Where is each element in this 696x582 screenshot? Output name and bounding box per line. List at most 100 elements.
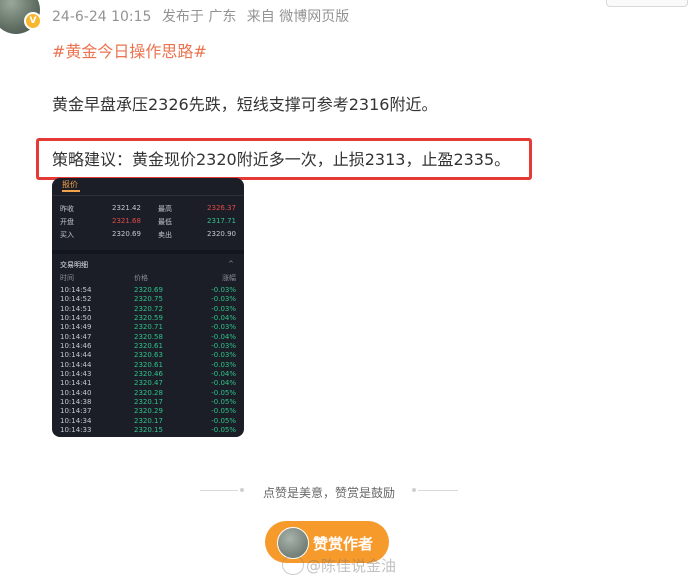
trade-row: 10:14:44 2320.63 -0.03% bbox=[60, 351, 236, 360]
trade-time: 10:14:46 bbox=[60, 342, 92, 351]
verified-badge-icon: V bbox=[24, 12, 42, 30]
trade-price: 2320.69 bbox=[134, 286, 163, 294]
post-meta: 24-6-24 10:15 发布于 广东 来自 微博网页版 bbox=[52, 6, 355, 26]
trade-change: -0.05% bbox=[211, 398, 236, 407]
divider bbox=[52, 250, 244, 254]
trade-row: 10:14:38 2320.17 -0.05% bbox=[60, 398, 236, 407]
trade-row: 10:14:40 2320.28 -0.05% bbox=[60, 389, 236, 398]
trade-change: -0.05% bbox=[211, 426, 236, 435]
trade-row: 10:14:37 2320.29 -0.05% bbox=[60, 407, 236, 416]
quote-value: 2321.42 bbox=[112, 204, 141, 212]
header-time: 时间 bbox=[60, 274, 74, 282]
quote-value: 2326.37 bbox=[207, 204, 236, 212]
trade-list: 10:14:54 2320.69 -0.03% 10:14:52 2320.75 -0.0… bbox=[60, 286, 236, 436]
trade-row: 10:14:43 2320.46 -0.04% bbox=[60, 370, 236, 379]
trade-time: 10:14:52 bbox=[60, 295, 92, 304]
trade-price: 2320.46 bbox=[134, 370, 163, 379]
trade-change: -0.03% bbox=[211, 323, 236, 332]
trade-price: 2320.58 bbox=[134, 332, 163, 341]
trade-price: 2320.61 bbox=[134, 360, 163, 369]
trade-row: 10:14:44 2320.61 -0.03% bbox=[60, 361, 236, 370]
more-options-button[interactable] bbox=[606, 0, 688, 7]
reward-prompt: 点赞是美意，赞赏是鼓励 bbox=[262, 486, 395, 500]
header-price: 价格 bbox=[134, 274, 148, 282]
trade-price: 2320.59 bbox=[134, 314, 163, 323]
quote-value: 2321.68 bbox=[112, 217, 141, 225]
header-change: 涨幅 bbox=[222, 274, 236, 282]
trade-row: 10:14:54 2320.69 -0.03% bbox=[60, 286, 236, 295]
trade-change: -0.04% bbox=[211, 314, 236, 323]
trade-price: 2320.17 bbox=[134, 398, 163, 407]
quote-label: 最高 bbox=[158, 205, 172, 213]
trade-change: -0.03% bbox=[211, 304, 236, 313]
trade-time: 10:14:49 bbox=[60, 323, 92, 332]
quote-summary-row: 买入 2320.69 卖出 2320.90 bbox=[60, 230, 236, 240]
quote-value: 2320.90 bbox=[207, 230, 236, 238]
quote-summary-row: 昨收 2321.42 最高 2326.37 bbox=[60, 204, 236, 214]
trade-price: 2320.75 bbox=[134, 295, 163, 304]
trade-row: 10:14:47 2320.58 -0.04% bbox=[60, 333, 236, 342]
quote-screenshot-image[interactable]: 报价 昨收 2321.42 最高 2326.37 开盘 2321.68 最低 2317.71 买… bbox=[52, 178, 244, 437]
post-text-line: 黄金早盘承压2326先跌，短线支撑可参考2316附近。 bbox=[52, 95, 438, 114]
trade-row: 10:14:33 2320.15 -0.05% bbox=[60, 426, 236, 435]
watermark: @陈佳说金油 bbox=[306, 557, 397, 575]
trade-time: 10:14:43 bbox=[60, 370, 92, 379]
divider-line-right bbox=[418, 490, 458, 491]
quote-value: 2317.71 bbox=[207, 217, 236, 225]
quote-label: 买入 bbox=[60, 231, 74, 239]
quote-tab-underline bbox=[62, 190, 80, 192]
weibo-logo-icon bbox=[282, 555, 304, 575]
post-date[interactable]: 24-6-24 10:15 bbox=[52, 9, 151, 25]
post-strategy-line: 策略建议：黄金现价2320附近多一次，止损2313，止盈2335。 bbox=[52, 150, 511, 169]
trade-price: 2320.28 bbox=[134, 388, 163, 397]
quote-label: 卖出 bbox=[158, 231, 172, 239]
post-location: 发布于 广东 bbox=[161, 9, 237, 25]
trade-price: 2320.71 bbox=[134, 323, 163, 332]
trade-change: -0.03% bbox=[211, 286, 236, 294]
trade-price: 2320.29 bbox=[134, 407, 163, 416]
trade-price: 2320.15 bbox=[134, 426, 163, 435]
divider-dot bbox=[412, 488, 416, 492]
quote-tab: 报价 bbox=[62, 180, 78, 189]
trade-time: 10:14:40 bbox=[60, 388, 92, 397]
trade-price: 2320.63 bbox=[134, 351, 163, 360]
trade-change: -0.05% bbox=[211, 416, 236, 425]
trade-row: 10:14:46 2320.61 -0.03% bbox=[60, 342, 236, 351]
trade-row: 10:14:52 2320.75 -0.03% bbox=[60, 295, 236, 304]
trade-detail-title: 交易明细 bbox=[60, 261, 88, 269]
trade-row: 10:14:49 2320.71 -0.03% bbox=[60, 323, 236, 332]
quote-label: 开盘 bbox=[60, 218, 74, 226]
trade-time: 10:14:41 bbox=[60, 379, 92, 388]
trade-row: 10:14:34 2320.17 -0.05% bbox=[60, 417, 236, 426]
trade-time: 10:14:33 bbox=[60, 426, 92, 435]
trade-time: 10:14:34 bbox=[60, 416, 92, 425]
quote-label: 昨收 bbox=[60, 205, 74, 213]
trade-row: 10:14:51 2320.72 -0.03% bbox=[60, 305, 236, 314]
quote-label: 最低 bbox=[158, 218, 172, 226]
trade-change: -0.04% bbox=[211, 370, 236, 379]
reward-button-label: 赞赏作者 bbox=[313, 535, 374, 553]
trade-time: 10:14:37 bbox=[60, 407, 92, 416]
collapse-icon: ^ bbox=[228, 260, 234, 268]
quote-value: 2320.69 bbox=[112, 230, 141, 238]
topic-link[interactable]: #黄金今日操作思路# bbox=[52, 38, 207, 62]
trade-price: 2320.47 bbox=[134, 379, 163, 388]
trade-change: -0.04% bbox=[211, 379, 236, 388]
trade-time: 10:14:38 bbox=[60, 398, 92, 407]
trade-price: 2320.61 bbox=[134, 342, 163, 351]
trade-time: 10:14:47 bbox=[60, 332, 92, 341]
trade-time: 10:14:54 bbox=[60, 286, 92, 294]
trade-change: -0.05% bbox=[211, 388, 236, 397]
divider bbox=[52, 195, 244, 196]
trade-change: -0.03% bbox=[211, 342, 236, 351]
trade-change: -0.05% bbox=[211, 407, 236, 416]
trade-price: 2320.17 bbox=[134, 416, 163, 425]
trade-time: 10:14:44 bbox=[60, 351, 92, 360]
trade-time: 10:14:50 bbox=[60, 314, 92, 323]
trade-change: -0.03% bbox=[211, 351, 236, 360]
trade-time: 10:14:44 bbox=[60, 360, 92, 369]
trade-price: 2320.72 bbox=[134, 304, 163, 313]
quote-summary-row: 开盘 2321.68 最低 2317.71 bbox=[60, 217, 236, 227]
trade-row: 10:14:50 2320.59 -0.04% bbox=[60, 314, 236, 323]
trade-time: 10:14:51 bbox=[60, 304, 92, 313]
